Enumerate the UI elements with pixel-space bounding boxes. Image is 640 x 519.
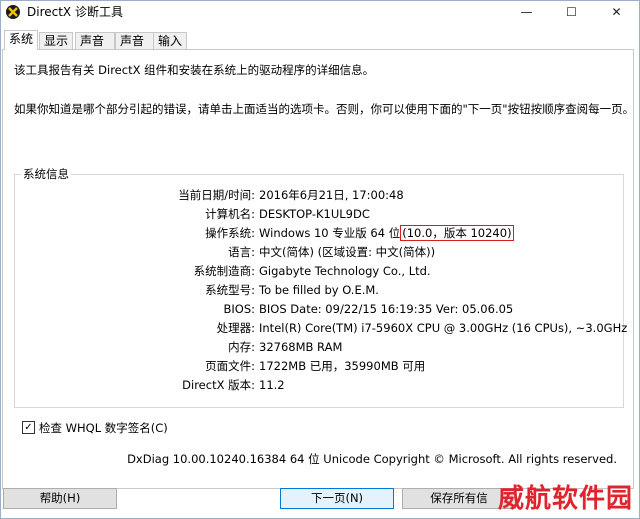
tab-input[interactable]: 输入 — [153, 32, 187, 49]
whql-checkbox-label[interactable]: 检查 WHQL 数字签名(C) — [39, 421, 168, 435]
info-label: 页面文件: — [205, 359, 255, 373]
tab-display[interactable]: 显示 — [39, 32, 73, 49]
info-label: 处理器: — [216, 321, 255, 335]
directx-diagnostic-window: DirectX 诊断工具 — ☐ ✕ 系统 显示 声音 1 声音 2 输入 该工… — [0, 0, 640, 519]
os-name: Windows 10 专业版 64 位 — [259, 226, 401, 240]
info-value: 11.2 — [259, 378, 285, 392]
info-row-directx-version: DirectX 版本: 11.2 — [15, 376, 621, 394]
intro-text-1: 该工具报告有关 DirectX 组件和安装在系统上的驱动程序的详细信息。 — [14, 63, 375, 77]
directx-app-icon — [6, 5, 20, 19]
tab-sound-2[interactable]: 声音 2 — [115, 32, 155, 65]
tab-strip: 系统 显示 声音 1 声音 2 输入 — [1, 30, 639, 65]
info-row-page-file: 页面文件: 1722MB 已用，35990MB 可用 — [15, 357, 621, 375]
info-row-model: 系统型号: To be filled by O.E.M. — [15, 281, 621, 299]
system-tab-panel: 该工具报告有关 DirectX 组件和安装在系统上的驱动程序的详细信息。 如果你… — [2, 49, 634, 489]
info-row-processor: 处理器: Intel(R) Core(TM) i7-5960X CPU @ 3.… — [15, 319, 628, 337]
info-label: 操作系统: — [205, 226, 255, 240]
info-row-os: 操作系统: Windows 10 专业版 64 位 (10.0，版本 10240) — [15, 224, 621, 242]
next-page-button[interactable]: 下一页(N) — [280, 488, 394, 509]
info-value: 中文(简体) (区域设置: 中文(简体)) — [259, 245, 436, 259]
info-label: 当前日期/时间: — [178, 188, 255, 202]
info-row-bios: BIOS: BIOS Date: 09/22/15 16:19:35 Ver: … — [15, 300, 621, 318]
info-value: Gigabyte Technology Co., Ltd. — [259, 264, 431, 278]
info-label: 语言: — [228, 245, 255, 259]
info-label: DirectX 版本: — [182, 378, 255, 392]
close-button[interactable]: ✕ — [594, 1, 639, 23]
info-value: 32768MB RAM — [259, 340, 343, 354]
watermark-logo: 威航软件园 — [497, 484, 633, 514]
info-label: BIOS: — [223, 302, 255, 316]
info-label: 系统制造商: — [193, 264, 255, 278]
minimize-button[interactable]: — — [504, 1, 549, 23]
system-info-group: 系统信息 当前日期/时间: 2016年6月21日, 17:00:48 计算机名:… — [14, 166, 628, 408]
whql-checkbox-row[interactable]: ✓ 检查 WHQL 数字签名(C) — [22, 420, 168, 436]
info-row-language: 语言: 中文(简体) (区域设置: 中文(简体)) — [15, 243, 621, 261]
whql-checkbox[interactable]: ✓ — [22, 421, 35, 434]
info-value: Intel(R) Core(TM) i7-5960X CPU @ 3.00GHz… — [259, 321, 628, 335]
tab-system[interactable]: 系统 — [4, 30, 38, 50]
info-label: 计算机名: — [205, 207, 255, 221]
tab-sound-1[interactable]: 声音 1 — [75, 32, 115, 65]
maximize-button[interactable]: ☐ — [549, 1, 594, 23]
dxdiag-version-copyright: DxDiag 10.00.10240.16384 64 位 Unicode Co… — [127, 452, 617, 466]
info-row-manufacturer: 系统制造商: Gigabyte Technology Co., Ltd. — [15, 262, 621, 280]
info-value: DESKTOP-K1UL9DC — [259, 207, 370, 221]
info-row-memory: 内存: 32768MB RAM — [15, 338, 621, 356]
os-version-highlight: (10.0，版本 10240) — [400, 225, 514, 241]
system-info-title: 系统信息 — [21, 166, 71, 182]
info-row-datetime: 当前日期/时间: 2016年6月21日, 17:00:48 — [15, 186, 621, 204]
help-button[interactable]: 帮助(H) — [3, 488, 117, 509]
info-value: 1722MB 已用，35990MB 可用 — [259, 359, 426, 373]
info-value: 2016年6月21日, 17:00:48 — [259, 188, 404, 202]
info-row-computer-name: 计算机名: DESKTOP-K1UL9DC — [15, 205, 621, 223]
info-label: 内存: — [228, 340, 255, 354]
window-title: DirectX 诊断工具 — [27, 5, 123, 19]
info-value: BIOS Date: 09/22/15 16:19:35 Ver: 05.06.… — [259, 302, 514, 316]
info-value: To be filled by O.E.M. — [259, 283, 379, 297]
title-bar: DirectX 诊断工具 — ☐ ✕ — [1, 1, 639, 23]
info-label: 系统型号: — [205, 283, 255, 297]
intro-text-2: 如果你知道是哪个部分引起的错误，请单击上面适当的选项卡。否则，你可以使用下面的"… — [14, 102, 635, 116]
info-value-os: Windows 10 专业版 64 位 (10.0，版本 10240) — [259, 224, 514, 242]
